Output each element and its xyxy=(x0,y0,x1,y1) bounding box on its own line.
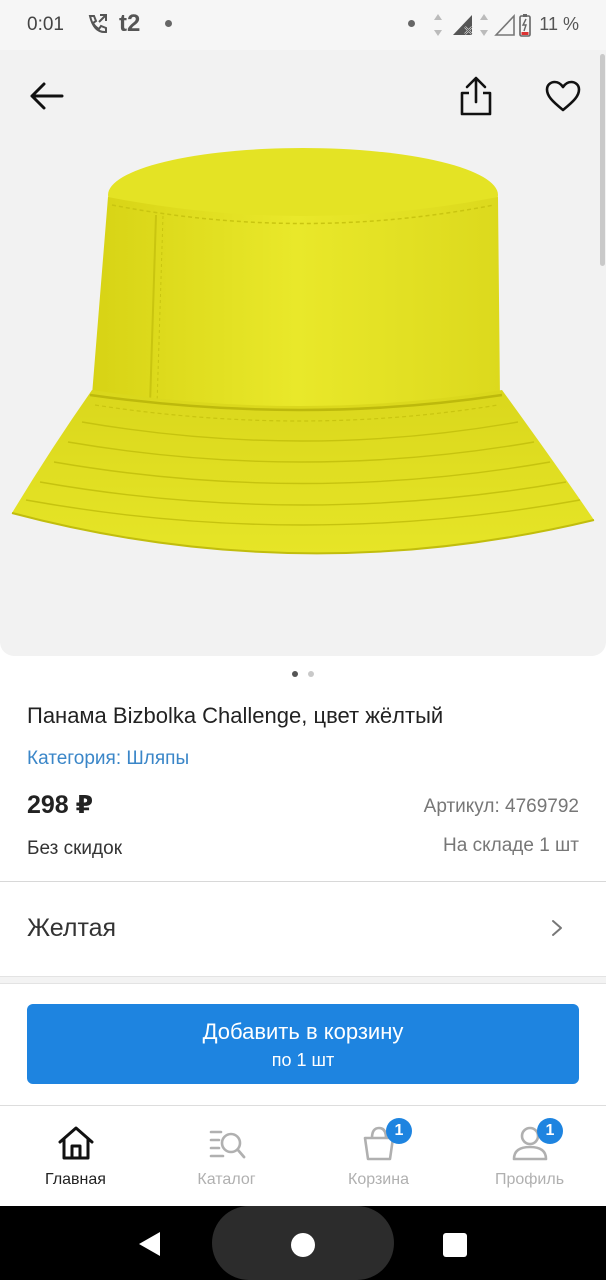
heart-icon xyxy=(545,80,581,112)
home-icon xyxy=(58,1126,93,1160)
notification-dot-icon xyxy=(408,20,415,27)
notification-dot-icon xyxy=(165,20,172,27)
home-circle-icon[interactable] xyxy=(289,1231,317,1259)
back-triangle-icon[interactable] xyxy=(136,1230,164,1258)
back-button[interactable] xyxy=(26,76,66,116)
variant-selector[interactable]: Желтая xyxy=(0,882,606,976)
battery-percent: 11 % xyxy=(539,14,579,34)
carousel-indicator xyxy=(0,671,606,677)
carousel-dot-2[interactable] xyxy=(308,671,314,677)
tab-home-label: Главная xyxy=(45,1171,106,1188)
arrow-left-icon xyxy=(30,82,64,110)
chevron-right-icon xyxy=(552,920,562,936)
tab-catalog[interactable]: Каталог xyxy=(151,1106,302,1206)
tab-cart[interactable]: 1 Корзина xyxy=(303,1106,454,1206)
discount-status: Без скидок xyxy=(27,838,122,859)
status-time: 0:01 xyxy=(27,14,64,35)
tab-cart-label: Корзина xyxy=(348,1171,409,1188)
category-link[interactable]: Категория: Шляпы xyxy=(27,748,189,770)
system-navigation-bar xyxy=(0,1206,606,1280)
call-forward-icon xyxy=(88,14,107,34)
product-title: Панама Bizbolka Challenge, цвет жёлтый xyxy=(27,703,444,728)
status-bar: 0:01 t2 11 % xyxy=(0,0,606,50)
section-separator xyxy=(0,976,606,984)
recents-square-icon[interactable] xyxy=(441,1231,469,1259)
signal-empty-icon xyxy=(494,13,515,36)
tab-catalog-label: Каталог xyxy=(197,1171,256,1188)
share-icon xyxy=(460,76,492,116)
favorite-button[interactable] xyxy=(543,76,583,116)
tab-profile-label: Профиль xyxy=(494,1171,565,1188)
signal-x-icon xyxy=(453,15,473,35)
variant-label: Желтая xyxy=(27,914,117,942)
data-arrows-icon xyxy=(434,14,442,36)
share-button[interactable] xyxy=(456,76,496,116)
add-to-cart-label: Добавить в корзину xyxy=(202,1019,404,1044)
article-number: Артикул: 4769792 xyxy=(423,796,579,817)
profile-badge: 1 xyxy=(537,1118,563,1144)
data-arrows-icon xyxy=(480,14,488,36)
product-price: 298 ₽ xyxy=(27,791,94,819)
add-to-cart-button[interactable]: Добавить в корзину по 1 шт xyxy=(27,1004,579,1084)
bucket-hat-image xyxy=(11,148,595,555)
add-to-cart-quantity: по 1 шт xyxy=(271,1050,335,1070)
bottom-tab-bar: Главная Каталог 1 Корзина 1 Профиль xyxy=(0,1105,606,1206)
carousel-dot-1[interactable] xyxy=(292,671,298,677)
cart-badge: 1 xyxy=(386,1118,412,1144)
carrier-logo: t2 xyxy=(119,10,141,37)
battery-charging-icon xyxy=(519,14,531,37)
product-image-carousel[interactable] xyxy=(0,50,606,656)
tab-home[interactable]: Главная xyxy=(0,1106,151,1206)
catalog-search-icon xyxy=(209,1130,245,1159)
tab-profile[interactable]: 1 Профиль xyxy=(454,1106,605,1206)
stock-status: На складе 1 шт xyxy=(443,835,579,856)
scrollbar[interactable] xyxy=(600,54,605,266)
